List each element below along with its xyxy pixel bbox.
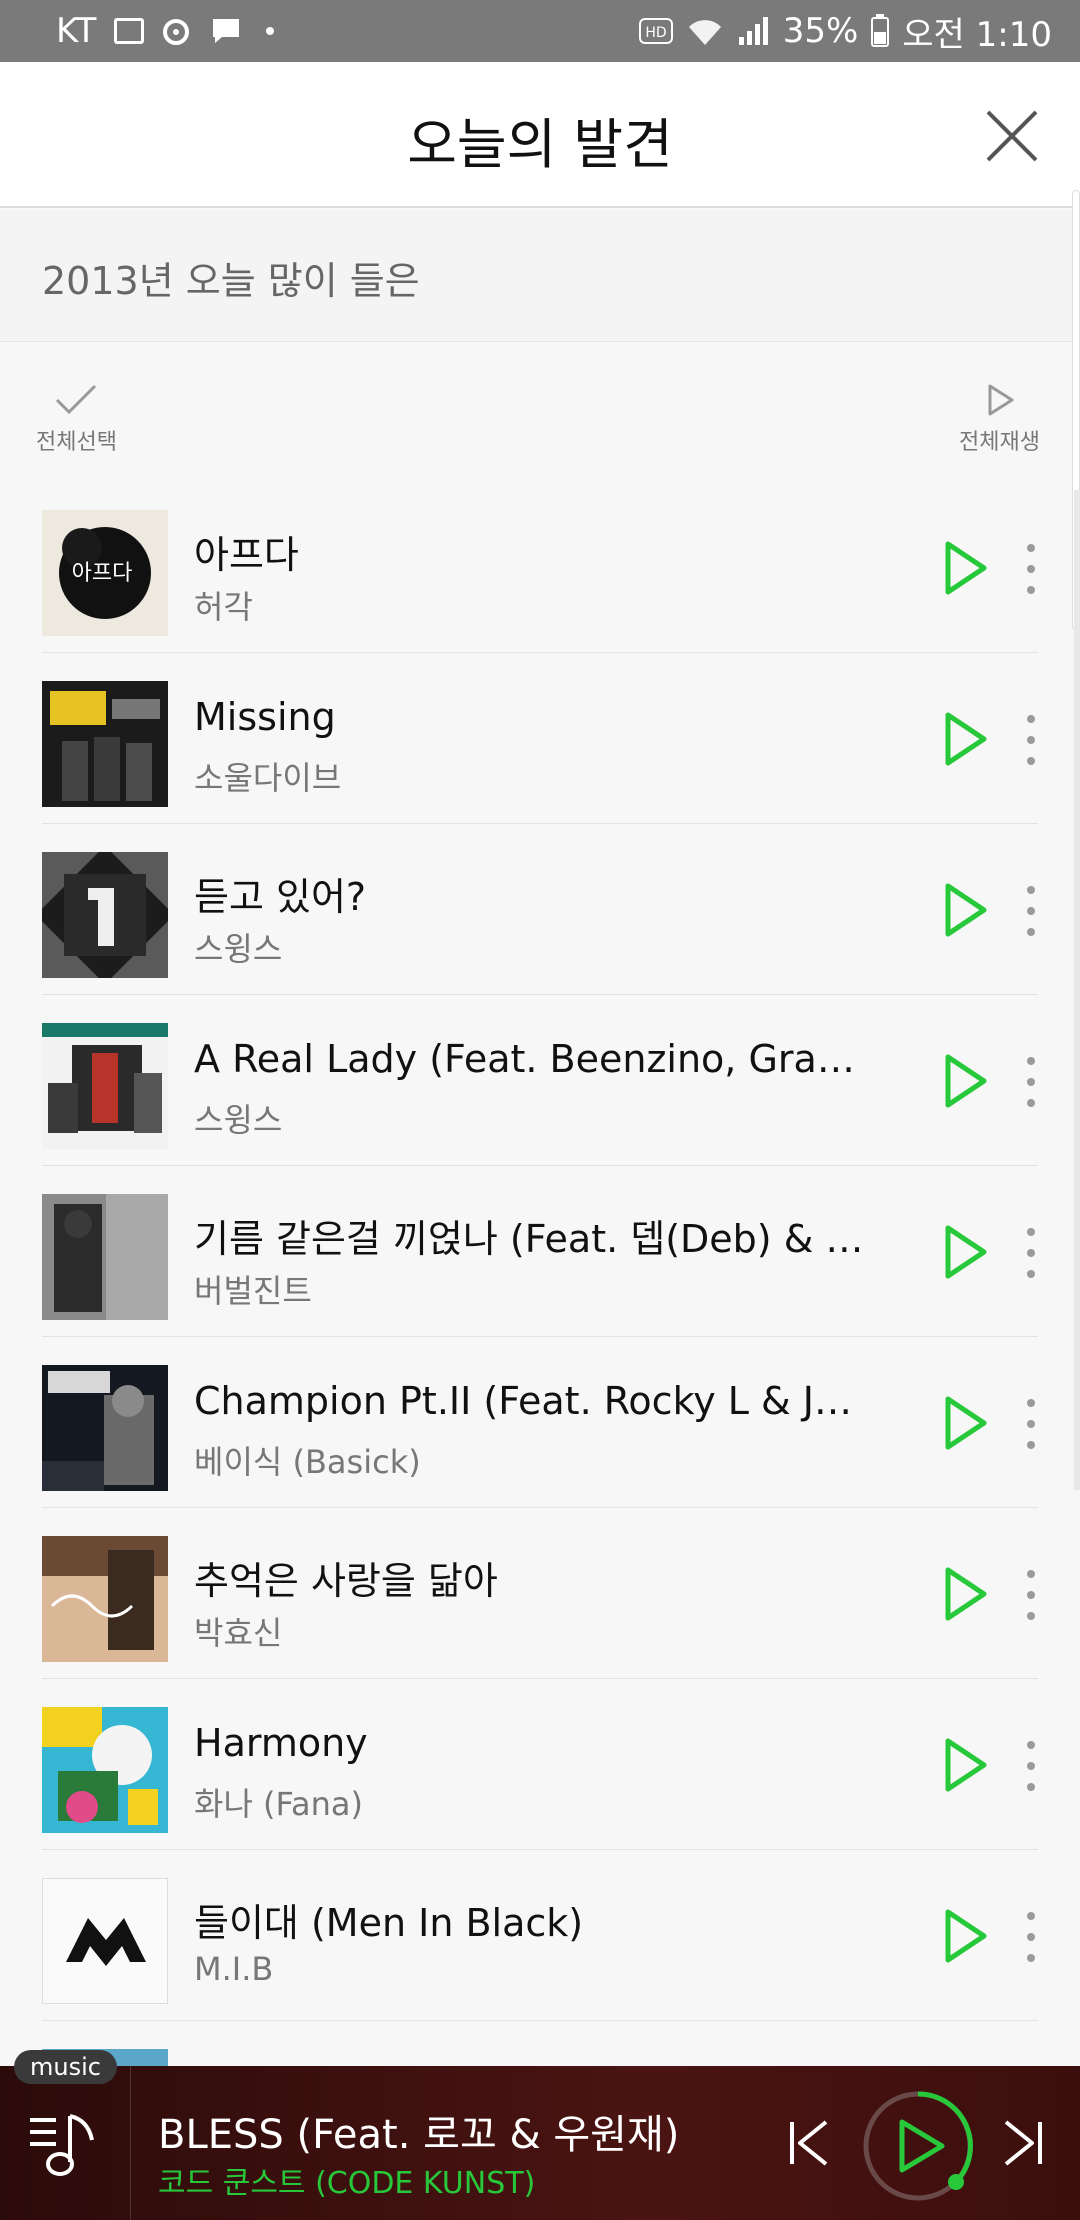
scrollbar-thumb[interactable] bbox=[1074, 490, 1080, 1490]
track-artist: 소울다이브 bbox=[194, 759, 342, 797]
play-icon[interactable] bbox=[940, 1906, 990, 1966]
track-title: Harmony bbox=[194, 1721, 368, 1765]
play-icon[interactable] bbox=[940, 538, 990, 598]
more-options-icon[interactable] bbox=[1018, 886, 1044, 936]
more-options-icon[interactable] bbox=[1018, 1057, 1044, 1107]
more-options-icon[interactable] bbox=[1018, 1228, 1044, 1278]
more-options-icon[interactable] bbox=[1018, 1399, 1044, 1449]
svg-text:HD: HD bbox=[645, 25, 666, 41]
track-row[interactable]: 아프다 아프다 허각 bbox=[0, 482, 1080, 653]
more-options-icon[interactable] bbox=[1018, 1570, 1044, 1620]
track-artist: 화나 (Fana) bbox=[194, 1785, 363, 1823]
more-options-icon[interactable] bbox=[1018, 544, 1044, 594]
hd-icon: HD bbox=[638, 18, 673, 44]
track-row[interactable]: Harmony 화나 (Fana) bbox=[0, 1679, 1080, 1850]
track-list: 아프다 아프다 허각 Missing 소울다이브 듣고 있어? 스윙스 A Re… bbox=[0, 482, 1080, 2192]
play-icon[interactable] bbox=[940, 1222, 990, 1282]
select-all-label: 전체선택 bbox=[36, 430, 117, 455]
track-artist: 버벌진트 bbox=[194, 1272, 312, 1310]
playlist-menu-icon[interactable] bbox=[26, 2106, 106, 2186]
chat-icon bbox=[213, 19, 240, 43]
play-icon[interactable] bbox=[940, 880, 990, 940]
album-art bbox=[42, 681, 168, 807]
track-artist: 베이식 (Basick) bbox=[194, 1443, 421, 1481]
wifi-icon bbox=[688, 20, 721, 45]
music-tag: music bbox=[14, 2050, 117, 2084]
next-track-icon[interactable] bbox=[1000, 2118, 1046, 2168]
track-row[interactable]: 기름 같은걸 끼얹나 (Feat. 뎁(Deb) & Be... 버벌진트 bbox=[0, 1166, 1080, 1337]
image-icon bbox=[114, 18, 145, 44]
album-art bbox=[42, 1536, 168, 1662]
section-subtitle: 2013년 오늘 많이 들은 bbox=[42, 259, 420, 303]
dot-icon bbox=[266, 27, 275, 35]
section-subtitle-bar: 2013년 오늘 많이 들은 bbox=[0, 210, 1080, 342]
now-playing-artist: 코드 쿤스트 (CODE KUNST) bbox=[158, 2166, 536, 2201]
album-art: 아프다 bbox=[42, 510, 168, 636]
now-playing-title: BLESS (Feat. 로꼬 & 우원재) bbox=[158, 2112, 680, 2158]
battery-icon bbox=[871, 14, 890, 47]
track-artist: M.I.B bbox=[194, 1950, 274, 1988]
track-artist: 허각 bbox=[194, 588, 253, 626]
track-artist: 스윙스 bbox=[194, 930, 283, 968]
play-icon[interactable] bbox=[940, 709, 990, 769]
play-icon[interactable] bbox=[940, 1051, 990, 1111]
track-artist: 박효신 bbox=[194, 1614, 283, 1652]
clock: 오전 1:10 bbox=[902, 14, 1052, 55]
album-art bbox=[42, 1707, 168, 1833]
track-title: Champion Pt.II (Feat. Rocky L & JTO... bbox=[194, 1379, 874, 1423]
play-pause-button[interactable] bbox=[858, 2086, 978, 2206]
play-icon[interactable] bbox=[940, 1393, 990, 1453]
divider bbox=[130, 2066, 131, 2220]
track-title: 기름 같은걸 끼얹나 (Feat. 뎁(Deb) & Be... bbox=[194, 1217, 874, 1261]
track-title: Missing bbox=[194, 695, 336, 739]
track-title: 들이대 (Men In Black) bbox=[194, 1901, 584, 1945]
album-art bbox=[42, 852, 168, 978]
track-title: 듣고 있어? bbox=[194, 875, 367, 919]
track-row[interactable]: Missing 소울다이브 bbox=[0, 653, 1080, 824]
list-toolbar: 전체선택 전체재생 bbox=[0, 342, 1080, 482]
page-header: 오늘의 발견 bbox=[0, 62, 1080, 208]
album-art bbox=[42, 1365, 168, 1491]
album-art bbox=[42, 1194, 168, 1320]
record-icon bbox=[163, 19, 190, 45]
track-title: 아프다 bbox=[194, 533, 299, 577]
battery-percent: 35% bbox=[782, 11, 859, 51]
track-row[interactable]: 들이대 (Men In Black) M.I.B bbox=[0, 1850, 1080, 2021]
play-all-button[interactable]: 전체재생 bbox=[959, 382, 1040, 456]
previous-track-icon[interactable] bbox=[786, 2118, 832, 2168]
track-row[interactable]: 듣고 있어? 스윙스 bbox=[0, 824, 1080, 995]
close-icon[interactable] bbox=[984, 108, 1040, 164]
track-title: A Real Lady (Feat. Beenzino, Gray &... bbox=[194, 1037, 874, 1081]
play-icon[interactable] bbox=[940, 1564, 990, 1624]
signal-icon bbox=[738, 17, 768, 45]
page-title: 오늘의 발견 bbox=[407, 113, 673, 176]
album-art bbox=[42, 1878, 168, 2004]
track-artist: 스윙스 bbox=[194, 1101, 283, 1139]
carrier-label: KT bbox=[56, 11, 97, 51]
track-row[interactable]: A Real Lady (Feat. Beenzino, Gray &... 스… bbox=[0, 995, 1080, 1166]
check-icon bbox=[56, 384, 97, 415]
play-all-label: 전체재생 bbox=[959, 430, 1040, 455]
status-bar: KT HD 35% 오전 1:10 bbox=[0, 0, 1080, 62]
track-title: 추억은 사랑을 닮아 bbox=[194, 1559, 498, 1603]
select-all-button[interactable]: 전체선택 bbox=[36, 382, 117, 456]
track-row[interactable]: Champion Pt.II (Feat. Rocky L & JTO... 베… bbox=[0, 1337, 1080, 1508]
play-icon bbox=[988, 384, 1014, 416]
more-options-icon[interactable] bbox=[1018, 715, 1044, 765]
svg-text:아프다: 아프다 bbox=[72, 561, 133, 586]
track-row[interactable]: 추억은 사랑을 닮아 박효신 bbox=[0, 1508, 1080, 1679]
play-icon[interactable] bbox=[940, 1735, 990, 1795]
more-options-icon[interactable] bbox=[1018, 1741, 1044, 1791]
mini-player[interactable]: BLESS (Feat. 로꼬 & 우원재) 코드 쿤스트 (CODE KUNS… bbox=[0, 2066, 1080, 2220]
album-art bbox=[42, 1023, 168, 1149]
more-options-icon[interactable] bbox=[1018, 1912, 1044, 1962]
